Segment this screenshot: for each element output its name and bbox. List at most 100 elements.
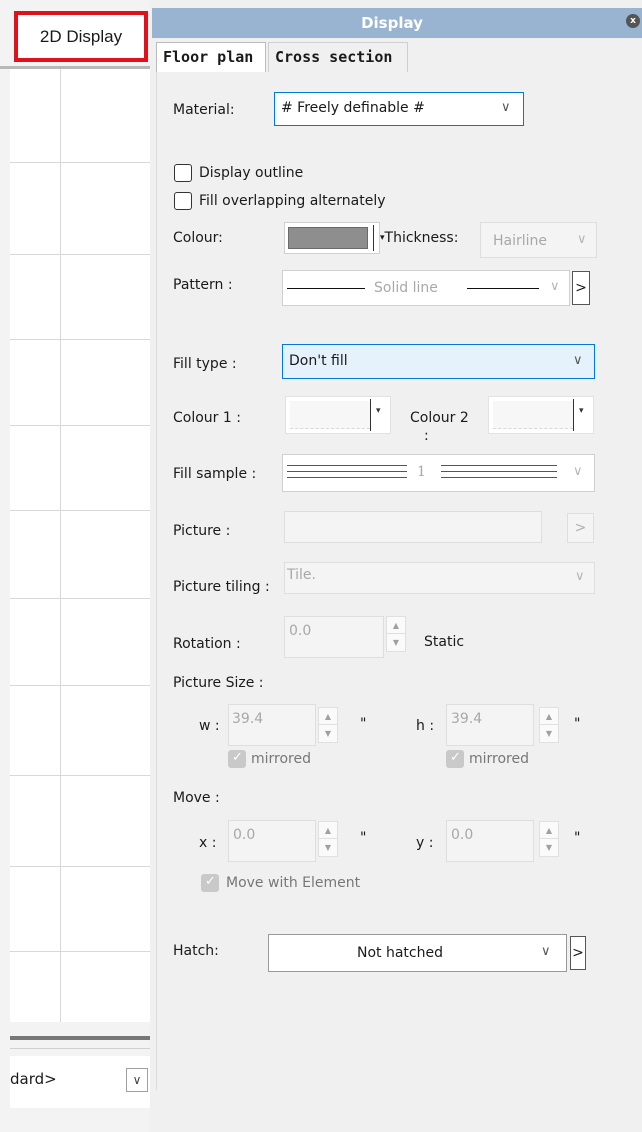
spin-up-icon[interactable]: ▲ [387,617,405,634]
colour2-swatch [493,401,573,429]
hatch-value: Not hatched [357,945,443,961]
colour-swatch [288,227,368,249]
display-outline-checkbox[interactable] [174,164,192,182]
x-value: 0.0 [233,827,256,843]
rotation-value: 0.0 [289,623,312,639]
chevron-down-icon: ∨ [573,464,583,479]
chevron-down-icon: ∨ [577,232,587,247]
line-preview [287,288,365,289]
w-unit: " [360,716,367,732]
hatch-select[interactable]: Not hatched ∨ [268,934,567,972]
grid-line [10,866,150,867]
thickness-select[interactable]: Hairline ∨ [480,222,597,258]
spin-up-icon[interactable]: ▲ [540,822,558,839]
w-spinner[interactable]: ▲ ▼ [318,707,338,743]
spin-down-icon[interactable]: ▼ [540,839,558,856]
rotation-input[interactable]: 0.0 [284,616,384,658]
spin-down-icon[interactable]: ▼ [319,839,337,856]
chevron-down-icon: ▾ [376,406,381,416]
drawing-grid[interactable] [10,69,150,1022]
spin-down-icon[interactable]: ▼ [540,725,558,742]
fill-sample-label: Fill sample : [173,466,257,482]
x-unit: " [360,830,367,846]
picture-browse-button[interactable]: > [567,513,594,543]
picture-size-label: Picture Size : [173,675,264,691]
panel-title: Display [361,14,423,32]
colour-picker[interactable] [284,222,380,254]
standard-select[interactable]: dard> ∨ [10,1056,150,1108]
spin-down-icon[interactable]: ▼ [319,725,337,742]
line-preview [467,288,539,289]
chevron-down-icon: ∨ [501,100,511,115]
panel-titlebar[interactable]: Display x [152,8,642,38]
canvas-bottom-bar [10,1036,150,1040]
thickness-label-text: Thickness: [384,230,459,246]
picture-tiling-value: Tile. [287,567,316,583]
hatch-line [441,465,557,466]
colour1-swatch [290,401,370,429]
picture-label: Picture : [173,523,231,539]
h-unit: " [574,716,581,732]
y-label: y : [416,835,434,851]
close-icon[interactable]: x [626,14,640,28]
x-input[interactable]: 0.0 [228,820,316,862]
material-select[interactable]: # Freely definable # ∨ [274,92,524,126]
w-input[interactable]: 39.4 [228,704,316,746]
chevron-down-icon: ▾ [579,406,584,416]
chevron-down-icon: ∨ [575,569,585,584]
fill-sample-select[interactable]: 1 ∨ [282,454,595,492]
y-spinner[interactable]: ▲ ▼ [539,821,559,857]
grid-line [10,339,150,340]
mirrored-w-label: mirrored [251,751,311,767]
divider [10,1048,150,1049]
grid-line [10,162,150,163]
hatch-line [287,471,407,472]
spin-up-icon[interactable]: ▲ [540,708,558,725]
divider [573,399,574,431]
spin-down-icon[interactable]: ▼ [387,634,405,651]
thickness-value: Hairline [493,233,548,249]
move-label: Move : [173,790,220,806]
mirrored-w-checkbox[interactable] [228,750,246,768]
fill-type-select[interactable]: Don't fill ∨ [282,344,595,379]
grid-line [10,425,150,426]
material-value: # Freely definable # [281,100,425,116]
hatch-label: Hatch: [173,943,219,959]
thickness-label: ▾Thickness: [380,230,458,246]
chevron-down-icon: ∨ [550,279,560,294]
grid-line [10,685,150,686]
hatch-arrow-button[interactable]: > [570,936,586,970]
colour2-picker[interactable]: ▾ [488,396,594,434]
pattern-select[interactable]: Solid line ∨ [282,270,570,306]
chevron-down-icon[interactable]: ∨ [126,1068,148,1092]
spin-up-icon[interactable]: ▲ [319,822,337,839]
h-spinner[interactable]: ▲ ▼ [539,707,559,743]
drawing-canvas-strip: dard> ∨ [0,0,150,1132]
move-with-element-checkbox[interactable] [201,874,219,892]
tab-floor-plan[interactable]: Floor plan [156,42,266,72]
pattern-arrow-button[interactable]: > [572,271,590,305]
fill-overlapping-checkbox[interactable] [174,192,192,210]
2d-display-button[interactable]: 2D Display [14,11,148,62]
picture-tiling-select[interactable]: Tile. ∨ [284,562,595,594]
colour1-picker[interactable]: ▾ [285,396,391,434]
rotation-spinner[interactable]: ▲ ▼ [386,616,406,652]
h-value: 39.4 [451,711,483,727]
material-label: Material: [173,102,235,118]
colour-label: Colour: [173,230,223,246]
divider [373,225,374,251]
y-value: 0.0 [451,827,474,843]
mirrored-h-checkbox[interactable] [446,750,464,768]
y-input[interactable]: 0.0 [446,820,534,862]
hatch-line [441,471,557,472]
grid-line [10,254,150,255]
y-unit: " [574,830,581,846]
spin-up-icon[interactable]: ▲ [319,708,337,725]
w-label: w : [199,718,220,734]
picture-path-field[interactable] [284,511,542,543]
rotation-label: Rotation : [173,636,241,652]
tab-cross-section[interactable]: Cross section [268,42,408,72]
x-spinner[interactable]: ▲ ▼ [318,821,338,857]
pattern-label: Pattern : [173,277,233,293]
h-input[interactable]: 39.4 [446,704,534,746]
